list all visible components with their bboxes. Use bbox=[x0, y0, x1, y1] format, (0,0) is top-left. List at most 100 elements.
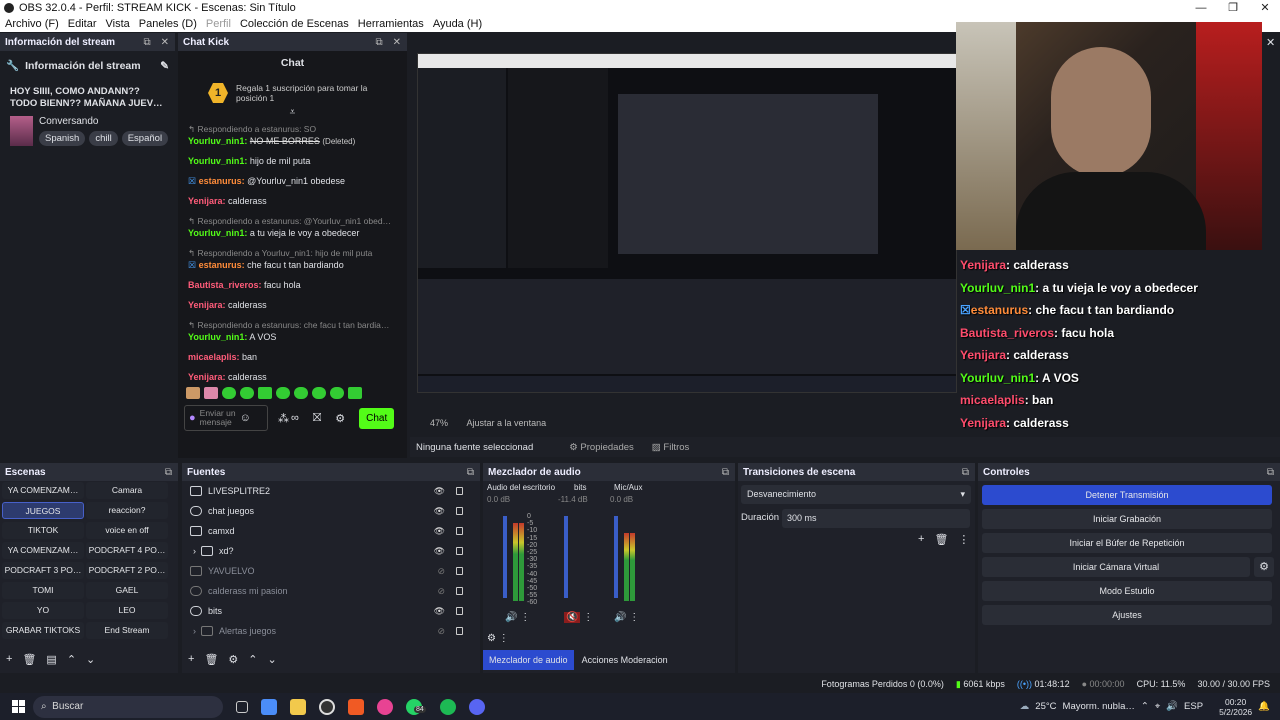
add-icon[interactable]: + bbox=[918, 533, 924, 546]
scene-button[interactable]: TIKTOK bbox=[2, 522, 84, 539]
float-icon[interactable]: ⧉ bbox=[962, 467, 969, 478]
close-icon[interactable]: ✕ bbox=[161, 37, 169, 48]
close-icon[interactable]: ✕ bbox=[1250, 0, 1280, 16]
tag-pill[interactable]: chill bbox=[89, 131, 118, 146]
scene-button[interactable]: voice en off bbox=[86, 522, 168, 539]
task-view-icon[interactable] bbox=[236, 700, 248, 713]
scene-button[interactable]: Camara bbox=[86, 482, 168, 499]
scroll-down-icon[interactable]: ⩡ bbox=[178, 107, 407, 118]
tab-audio-mixer[interactable]: Mezclador de audio bbox=[483, 650, 574, 670]
replay-buffer-button[interactable]: Iniciar el Búfer de Repetición bbox=[982, 533, 1272, 553]
lock-icon[interactable] bbox=[456, 527, 463, 535]
trash-icon[interactable]: 🗑 bbox=[204, 653, 218, 666]
eye-icon[interactable]: 👁 bbox=[434, 546, 445, 557]
infinity-icon[interactable]: ∞ bbox=[291, 412, 299, 424]
float-icon[interactable]: ⧉ bbox=[143, 37, 150, 48]
language-indicator[interactable]: ESP bbox=[1184, 701, 1203, 712]
properties-button[interactable]: ⚙ Propiedades bbox=[569, 442, 634, 453]
scene-button[interactable]: YA COMENZAM… bbox=[2, 482, 84, 499]
eye-icon[interactable]: 👁 bbox=[434, 506, 445, 517]
source-row[interactable]: › xd? 👁 bbox=[185, 541, 475, 561]
clock[interactable]: 00:20 5/2/2026 bbox=[1219, 697, 1252, 717]
source-row[interactable]: chat juegos 👁 bbox=[185, 501, 475, 521]
chevron-up-icon[interactable]: ⌃ bbox=[248, 653, 257, 666]
eye-hidden-icon[interactable]: ⊘ bbox=[437, 566, 445, 577]
add-icon[interactable]: + bbox=[6, 653, 12, 666]
filters-button[interactable]: ▨ Filtros bbox=[652, 442, 690, 453]
lock-icon[interactable] bbox=[456, 507, 463, 515]
stop-streaming-button[interactable]: Detener Transmisión bbox=[982, 485, 1272, 505]
menu-view[interactable]: Vista bbox=[106, 18, 130, 30]
float-icon[interactable]: ⧉ bbox=[375, 37, 382, 48]
scene-button[interactable]: YA COMENZAM… bbox=[2, 542, 84, 559]
lock-icon[interactable] bbox=[456, 547, 463, 555]
studio-mode-button[interactable]: Modo Estudio bbox=[982, 581, 1272, 601]
scene-button[interactable]: YO bbox=[2, 602, 84, 619]
zoom-level[interactable]: 47% bbox=[430, 418, 448, 428]
emote-icon[interactable] bbox=[348, 387, 362, 399]
menu-dots-icon[interactable]: ⋮ bbox=[958, 533, 969, 546]
float-icon[interactable]: ⧉ bbox=[467, 467, 474, 478]
source-row[interactable]: LIVESPLITRE2 👁 bbox=[185, 481, 475, 501]
maximize-icon[interactable]: ❐ bbox=[1218, 0, 1248, 16]
float-icon[interactable]: ⧉ bbox=[165, 467, 172, 478]
float-icon[interactable]: ⧉ bbox=[722, 467, 729, 478]
emote-icon[interactable] bbox=[294, 387, 308, 399]
chat-send-button[interactable]: Chat bbox=[359, 407, 395, 429]
file-explorer-icon[interactable] bbox=[290, 698, 306, 715]
scene-button[interactable]: TOMI bbox=[2, 582, 84, 599]
emote-icon[interactable] bbox=[330, 387, 344, 399]
filter-icon[interactable]: ▤ bbox=[46, 653, 56, 666]
close-icon[interactable]: ✕ bbox=[393, 37, 401, 48]
lock-icon[interactable] bbox=[456, 607, 463, 615]
tag-pill[interactable]: Español bbox=[121, 131, 169, 146]
menu-scene-collection[interactable]: Colección de Escenas bbox=[240, 18, 349, 30]
emote-icon[interactable] bbox=[258, 387, 272, 399]
spotify-icon[interactable] bbox=[440, 698, 456, 715]
scene-button[interactable]: PODCRAFT 4 PO… bbox=[86, 542, 168, 559]
scene-button[interactable]: PODCRAFT 2 PO… bbox=[86, 562, 168, 579]
eye-icon[interactable]: 👁 bbox=[434, 526, 445, 537]
chevron-down-icon[interactable]: ⌄ bbox=[86, 653, 95, 666]
taskbar-search[interactable]: ⌕ Buscar bbox=[33, 695, 223, 718]
scene-button[interactable]: LEO bbox=[86, 602, 168, 619]
lock-icon[interactable] bbox=[456, 567, 463, 575]
trash-icon[interactable]: 🗑 bbox=[22, 653, 36, 666]
virtual-camera-settings-icon[interactable]: ⚙ bbox=[1254, 557, 1274, 577]
tray-chevron-icon[interactable]: ⌃ bbox=[1141, 701, 1149, 712]
chevron-right-icon[interactable]: › bbox=[193, 626, 196, 636]
network-icon[interactable]: ⌖ bbox=[1155, 701, 1160, 712]
weather-icon[interactable]: ☁ bbox=[1020, 701, 1030, 712]
source-row[interactable]: › Alertas juegos ⊘ bbox=[185, 621, 475, 641]
minimize-icon[interactable]: — bbox=[1186, 0, 1216, 16]
share-icon[interactable]: ⁂ bbox=[278, 412, 289, 425]
scene-button[interactable]: GRABAR TIKTOKS bbox=[2, 622, 84, 639]
emote-icon[interactable] bbox=[186, 387, 200, 399]
edit-icon[interactable]: ✎ bbox=[160, 60, 169, 72]
mute-icon[interactable]: 🔊 ⋮ bbox=[505, 612, 530, 623]
gear-icon[interactable]: ⚙ bbox=[487, 633, 496, 644]
chevron-up-icon[interactable]: ⌃ bbox=[67, 653, 76, 666]
tab-moderation[interactable]: Acciones Moderacion bbox=[574, 650, 676, 670]
menu-profile[interactable]: Perfil bbox=[206, 18, 231, 30]
close-icon[interactable]: ✕ bbox=[1266, 36, 1275, 49]
volume-slider[interactable] bbox=[614, 516, 618, 598]
eye-hidden-icon[interactable]: ⊘ bbox=[437, 626, 445, 637]
brave-icon[interactable] bbox=[348, 698, 364, 715]
scene-button-selected[interactable]: JUEGOS bbox=[2, 502, 84, 519]
start-recording-button[interactable]: Iniciar Grabación bbox=[982, 509, 1272, 529]
menu-edit[interactable]: Editar bbox=[68, 18, 97, 30]
menu-help[interactable]: Ayuda (H) bbox=[433, 18, 482, 30]
mute-icon[interactable]: 🔇 ⋮ bbox=[564, 612, 593, 623]
chat-input[interactable]: ● Enviar un mensaje ☺ bbox=[184, 405, 268, 431]
menu-docks[interactable]: Paneles (D) bbox=[139, 18, 197, 30]
scene-button[interactable]: End Stream bbox=[86, 622, 168, 639]
source-row[interactable]: camxd 👁 bbox=[185, 521, 475, 541]
settings-icon[interactable]: ⚙ bbox=[335, 412, 345, 425]
mic-icon[interactable]: ● bbox=[189, 412, 196, 424]
float-icon[interactable]: ⧉ bbox=[1267, 467, 1274, 478]
menu-tools[interactable]: Herramientas bbox=[358, 18, 424, 30]
lock-icon[interactable] bbox=[456, 627, 463, 635]
chevron-down-icon[interactable]: ⌄ bbox=[268, 653, 277, 666]
obs-icon[interactable] bbox=[319, 698, 335, 715]
